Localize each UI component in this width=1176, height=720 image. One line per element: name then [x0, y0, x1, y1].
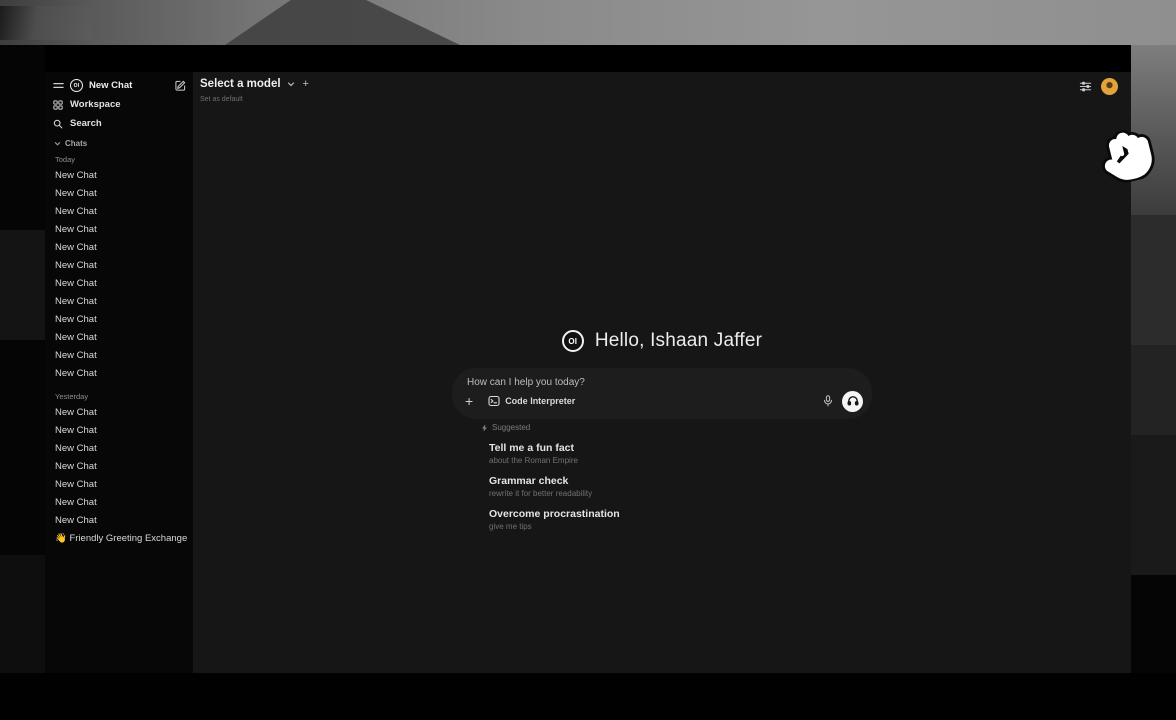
chat-item[interactable]: New Chat: [45, 202, 193, 220]
chat-composer[interactable]: How can I help you today? + Code Interpr…: [452, 368, 872, 419]
model-selector[interactable]: Select a model +: [200, 78, 309, 90]
chat-item[interactable]: New Chat: [45, 256, 193, 274]
chat-item[interactable]: New Chat: [45, 328, 193, 346]
chats-section-header[interactable]: Chats: [45, 136, 193, 150]
bolt-icon: [481, 424, 488, 432]
chat-item[interactable]: New Chat: [45, 493, 193, 511]
suggested-prompt[interactable]: Grammar checkrewrite it for better reada…: [489, 475, 761, 499]
chat-item[interactable]: New Chat: [45, 238, 193, 256]
new-chat-icon[interactable]: [175, 80, 186, 91]
chevron-down-icon: [287, 80, 295, 88]
chat-group-label: Today: [45, 153, 193, 166]
add-model-icon[interactable]: +: [303, 78, 309, 90]
app-window: OI New Chat Workspace Search: [45, 45, 1131, 673]
suggested-label: Suggested: [492, 423, 530, 432]
code-interpreter-icon: [488, 395, 500, 407]
wallpaper-shape: [0, 673, 1176, 720]
desktop-background: OI New Chat Workspace Search: [0, 0, 1176, 720]
openwebui-logo-icon: OI: [562, 330, 584, 352]
suggested-prompt-subtitle: give me tips: [489, 521, 761, 532]
chat-item[interactable]: New Chat: [45, 346, 193, 364]
sidebar-item-search[interactable]: Search: [53, 115, 187, 132]
voice-call-button[interactable]: [842, 391, 863, 412]
chat-item[interactable]: New Chat: [45, 364, 193, 382]
chat-item[interactable]: New Chat: [45, 310, 193, 328]
workspace-icon: [53, 100, 63, 110]
code-interpreter-label: Code Interpreter: [505, 396, 575, 406]
headphones-icon: [847, 395, 859, 407]
chat-item[interactable]: New Chat: [45, 274, 193, 292]
set-default-link[interactable]: Set as default: [200, 96, 243, 103]
sidebar-header: OI New Chat: [53, 77, 186, 94]
wallpaper-shape: [1131, 345, 1176, 435]
model-selector-label: Select a model: [200, 78, 281, 90]
wallpaper-shape: [1131, 215, 1176, 345]
controls-sliders-icon[interactable]: [1079, 80, 1092, 93]
chat-item[interactable]: New Chat: [45, 184, 193, 202]
suggested-list: Tell me a fun factabout the Roman Empire…: [481, 442, 761, 532]
chat-item[interactable]: New Chat: [45, 166, 193, 184]
chat-item[interactable]: New Chat: [45, 511, 193, 529]
code-interpreter-toggle[interactable]: Code Interpreter: [488, 395, 575, 407]
chat-item[interactable]: New Chat: [45, 421, 193, 439]
header-right-controls: [1079, 78, 1118, 95]
chat-groups: TodayNew ChatNew ChatNew ChatNew ChatNew…: [45, 153, 193, 529]
sidebar-item-label: Workspace: [70, 99, 121, 110]
suggested-header: Suggested: [481, 423, 761, 432]
suggested-section: Suggested Tell me a fun factabout the Ro…: [481, 423, 761, 541]
sidebar-item-workspace[interactable]: Workspace: [53, 96, 187, 113]
chat-item-named[interactable]: 👋 Friendly Greeting Exchange: [45, 529, 193, 547]
composer-placeholder[interactable]: How can I help you today?: [467, 377, 585, 388]
sidebar-item-label: Search: [70, 118, 102, 129]
wallpaper-shape: [0, 6, 92, 40]
search-icon: [53, 119, 63, 129]
chat-item[interactable]: New Chat: [45, 292, 193, 310]
sidebar-title: New Chat: [89, 80, 169, 91]
chat-list: Chats TodayNew ChatNew ChatNew ChatNew C…: [45, 134, 193, 669]
suggested-prompt-title: Tell me a fun fact: [489, 442, 761, 455]
sidebar-toggle-icon[interactable]: [53, 80, 64, 91]
sidebar: OI New Chat Workspace Search: [45, 72, 193, 673]
chats-section-label: Chats: [65, 139, 87, 148]
chat-group-label: Yesterday: [45, 390, 193, 403]
chat-item[interactable]: New Chat: [45, 220, 193, 238]
composer-toolbar: + Code Interpreter: [465, 390, 863, 412]
openwebui-logo-icon: OI: [70, 79, 83, 92]
window-top-strip: [45, 45, 1131, 72]
wallpaper-shape: [0, 0, 1176, 45]
wallpaper-shape: [1131, 435, 1176, 575]
wallpaper-shape: [0, 230, 45, 340]
suggested-prompt-subtitle: rewrite it for better readability: [489, 488, 761, 499]
suggested-prompt[interactable]: Tell me a fun factabout the Roman Empire: [489, 442, 761, 466]
chat-item[interactable]: New Chat: [45, 439, 193, 457]
greeting-text: Hello, Ishaan Jaffer: [595, 330, 762, 352]
wallpaper-shape: [0, 555, 45, 673]
user-avatar[interactable]: [1101, 78, 1118, 95]
wallpaper-shape: [1131, 45, 1176, 215]
suggested-prompt-subtitle: about the Roman Empire: [489, 455, 761, 466]
chat-item[interactable]: New Chat: [45, 475, 193, 493]
suggested-prompt[interactable]: Overcome procrastinationgive me tips: [489, 508, 761, 532]
suggested-prompt-title: Overcome procrastination: [489, 508, 761, 521]
greeting-row: OI Hello, Ishaan Jaffer: [193, 330, 1131, 352]
chevron-down-icon: [54, 140, 61, 147]
suggested-prompt-title: Grammar check: [489, 475, 761, 488]
microphone-icon[interactable]: [823, 395, 833, 407]
chat-item[interactable]: New Chat: [45, 403, 193, 421]
attach-plus-icon[interactable]: +: [465, 394, 473, 408]
chat-item[interactable]: New Chat: [45, 457, 193, 475]
main-area: Select a model + Set as default OI Hello…: [193, 72, 1131, 673]
